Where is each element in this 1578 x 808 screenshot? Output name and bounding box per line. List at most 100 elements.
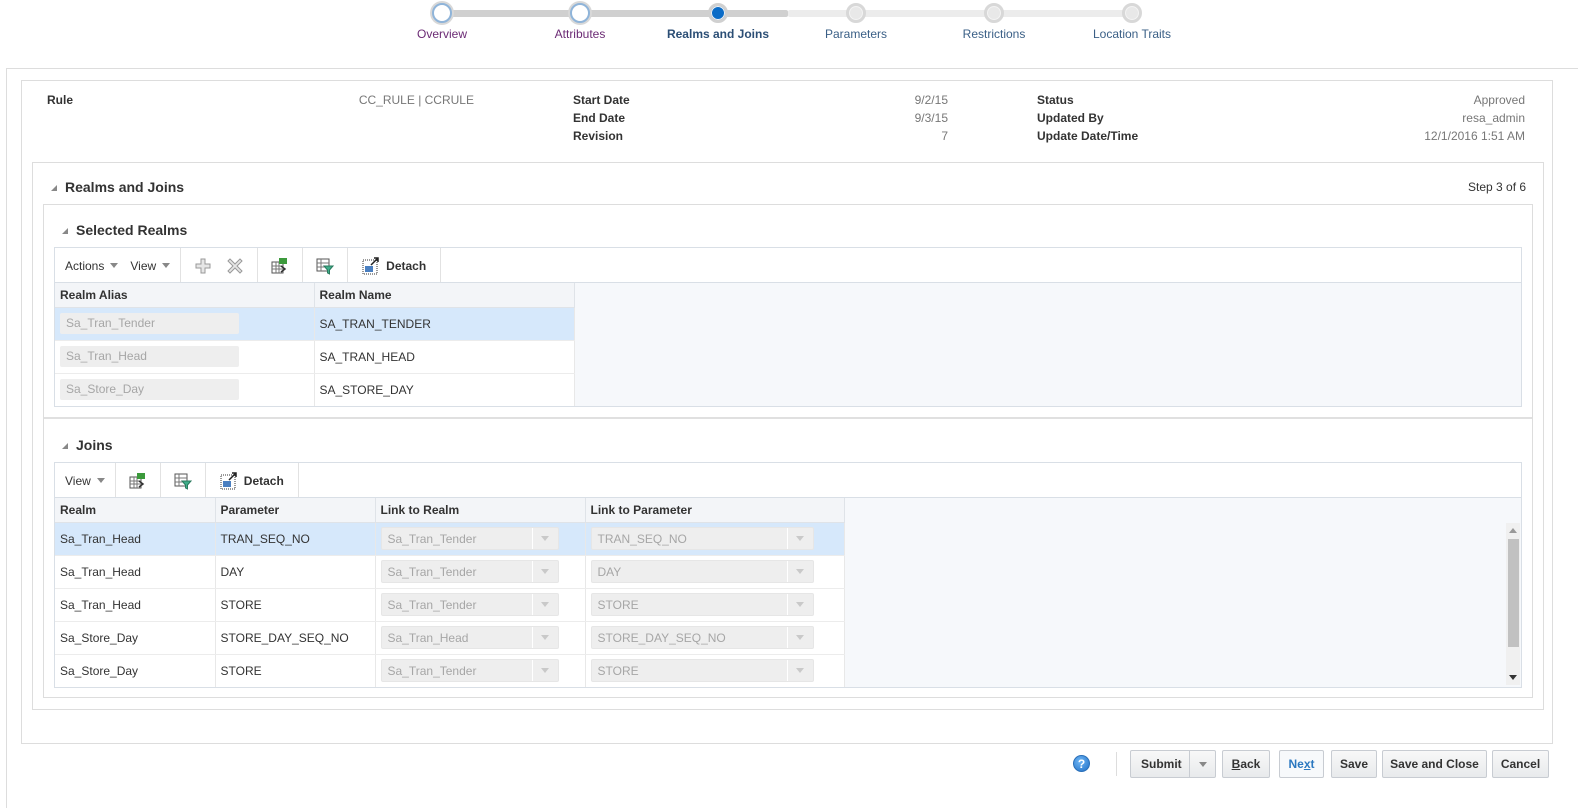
disclosure-triangle-icon[interactable] [51,185,57,191]
query-by-example-icon[interactable] [314,255,336,277]
table-row[interactable]: Sa_Store_Day STORE Sa_Tran_Tender STORE [55,654,845,687]
dropdown-button[interactable] [531,627,558,648]
train-label[interactable]: Attributes [510,27,650,41]
actions-menu-label: Actions [65,258,105,273]
train-stop-realms-and-joins[interactable]: Realms and Joins [648,0,788,41]
dropdown-button[interactable] [786,561,813,582]
train-label[interactable]: Location Traits [1062,27,1202,41]
table-row[interactable]: Sa_Tran_Head SA_TRAN_HEAD [55,340,575,374]
table-row[interactable]: Sa_Tran_Head STORE Sa_Tran_Tender STORE [55,588,845,622]
column-header-realm-alias[interactable]: Realm Alias [55,283,315,308]
train-stop-attributes[interactable]: Attributes [510,0,650,41]
train-stop-restrictions[interactable]: Restrictions [924,0,1064,41]
train-label[interactable]: Parameters [786,27,926,41]
dropdown-button[interactable] [531,528,558,549]
column-header-realm-name[interactable]: Realm Name [314,283,575,308]
actions-menu[interactable]: Actions [61,259,122,273]
select-value: Sa_Tran_Tender [387,663,477,678]
detach-icon [362,256,379,274]
add-icon[interactable] [192,255,214,277]
train-dot-icon[interactable] [708,3,728,23]
view-menu[interactable]: View [126,259,174,273]
dropdown-button[interactable] [531,660,558,681]
dropdown-button[interactable] [786,627,813,648]
link-to-parameter-select[interactable]: TRAN_SEQ_NO [590,527,814,550]
submit-dropdown-button[interactable] [1189,751,1215,777]
select-value: TRAN_SEQ_NO [597,531,687,546]
submit-button[interactable]: Submit [1131,757,1189,771]
dropdown-button[interactable] [786,594,813,615]
cancel-button[interactable]: Cancel [1492,750,1549,778]
realm-alias-field[interactable]: Sa_Tran_Tender [60,313,239,334]
train-dot-icon[interactable] [984,3,1004,23]
export-to-excel-icon[interactable] [269,255,291,277]
scrollbar-thumb[interactable] [1508,539,1519,647]
train-stop-location-traits[interactable]: Location Traits [1062,0,1202,41]
train-dot-icon[interactable] [432,3,452,23]
link-to-parameter-select[interactable]: STORE_DAY_SEQ_NO [590,626,814,649]
disclosure-triangle-icon[interactable] [62,443,68,449]
start-date-label: Start Date [573,93,630,107]
selected-realms-title: Selected Realms [76,222,188,238]
chevron-down-icon [796,536,804,541]
scroll-up-icon[interactable] [1509,528,1517,533]
view-menu[interactable]: View [61,474,109,488]
dropdown-button[interactable] [531,561,558,582]
selected-realms-header[interactable]: Selected Realms [62,222,187,238]
table-row[interactable]: Sa_Tran_Head TRAN_SEQ_NO Sa_Tran_Tender … [55,522,845,556]
joins-header[interactable]: Joins [62,437,113,453]
save-and-close-button[interactable]: Save and Close [1382,750,1487,778]
train-label[interactable]: Overview [372,27,512,41]
train-dot-icon[interactable] [1122,3,1142,23]
query-by-example-icon[interactable] [172,470,194,492]
view-menu-label: View [130,258,157,273]
back-label-mnemonic: B [1231,757,1241,771]
scroll-down-icon[interactable] [1509,675,1517,680]
dropdown-button[interactable] [531,594,558,615]
submit-split-button[interactable]: Submit [1130,750,1216,778]
column-header-link-to-parameter[interactable]: Link to Parameter [585,498,845,523]
train-label[interactable]: Restrictions [924,27,1064,41]
help-icon[interactable]: ? [1073,755,1090,772]
dropdown-button[interactable] [786,528,813,549]
column-header-link-to-realm[interactable]: Link to Realm [375,498,586,523]
table-row[interactable]: Sa_Store_Day STORE_DAY_SEQ_NO Sa_Tran_He… [55,621,845,655]
realm-alias-field[interactable]: Sa_Tran_Head [60,346,239,367]
delete-icon[interactable] [224,255,246,277]
column-header-realm[interactable]: Realm [55,498,216,523]
table-row[interactable]: Sa_Store_Day SA_STORE_DAY [55,373,575,406]
realm-cell: Sa_Tran_Head [55,588,216,622]
link-to-realm-select[interactable]: Sa_Tran_Tender [380,659,559,682]
table-row[interactable]: Sa_Tran_Head DAY Sa_Tran_Tender DAY [55,555,845,589]
view-menu-label: View [65,473,91,488]
link-to-realm-select[interactable]: Sa_Tran_Tender [380,593,559,616]
link-to-parameter-select[interactable]: STORE [590,659,814,682]
link-to-realm-select[interactable]: Sa_Tran_Head [380,626,559,649]
save-button[interactable]: Save [1331,750,1377,778]
joins-vertical-scrollbar[interactable] [1506,523,1520,685]
next-button[interactable]: Ne x t [1279,750,1324,778]
disclosure-triangle-icon[interactable] [62,228,68,234]
detach-button[interactable]: Detach [216,471,288,490]
dropdown-button[interactable] [786,660,813,681]
realms-and-joins-header[interactable]: Realms and Joins [51,179,184,195]
link-to-realm-select[interactable]: Sa_Tran_Tender [380,527,559,550]
export-to-excel-icon[interactable] [127,470,149,492]
column-header-parameter[interactable]: Parameter [215,498,376,523]
next-label-post: t [1310,757,1315,771]
train-label[interactable]: Realms and Joins [648,27,788,41]
next-label-pre: Ne [1288,757,1304,771]
table-row[interactable]: Sa_Tran_Tender SA_TRAN_TENDER [55,307,575,341]
train-stop-overview[interactable]: Overview [372,0,512,41]
link-to-parameter-select[interactable]: DAY [590,560,814,583]
update-datetime-value: 12/1/2016 1:51 AM [1424,129,1525,143]
parameter-cell: STORE [215,588,376,622]
link-to-parameter-select[interactable]: STORE [590,593,814,616]
back-button[interactable]: Back [1222,750,1270,778]
train-dot-icon[interactable] [570,3,590,23]
train-stop-parameters[interactable]: Parameters [786,0,926,41]
detach-button[interactable]: Detach [358,256,430,275]
link-to-realm-select[interactable]: Sa_Tran_Tender [380,560,559,583]
realm-alias-field[interactable]: Sa_Store_Day [60,379,239,400]
train-dot-icon[interactable] [846,3,866,23]
